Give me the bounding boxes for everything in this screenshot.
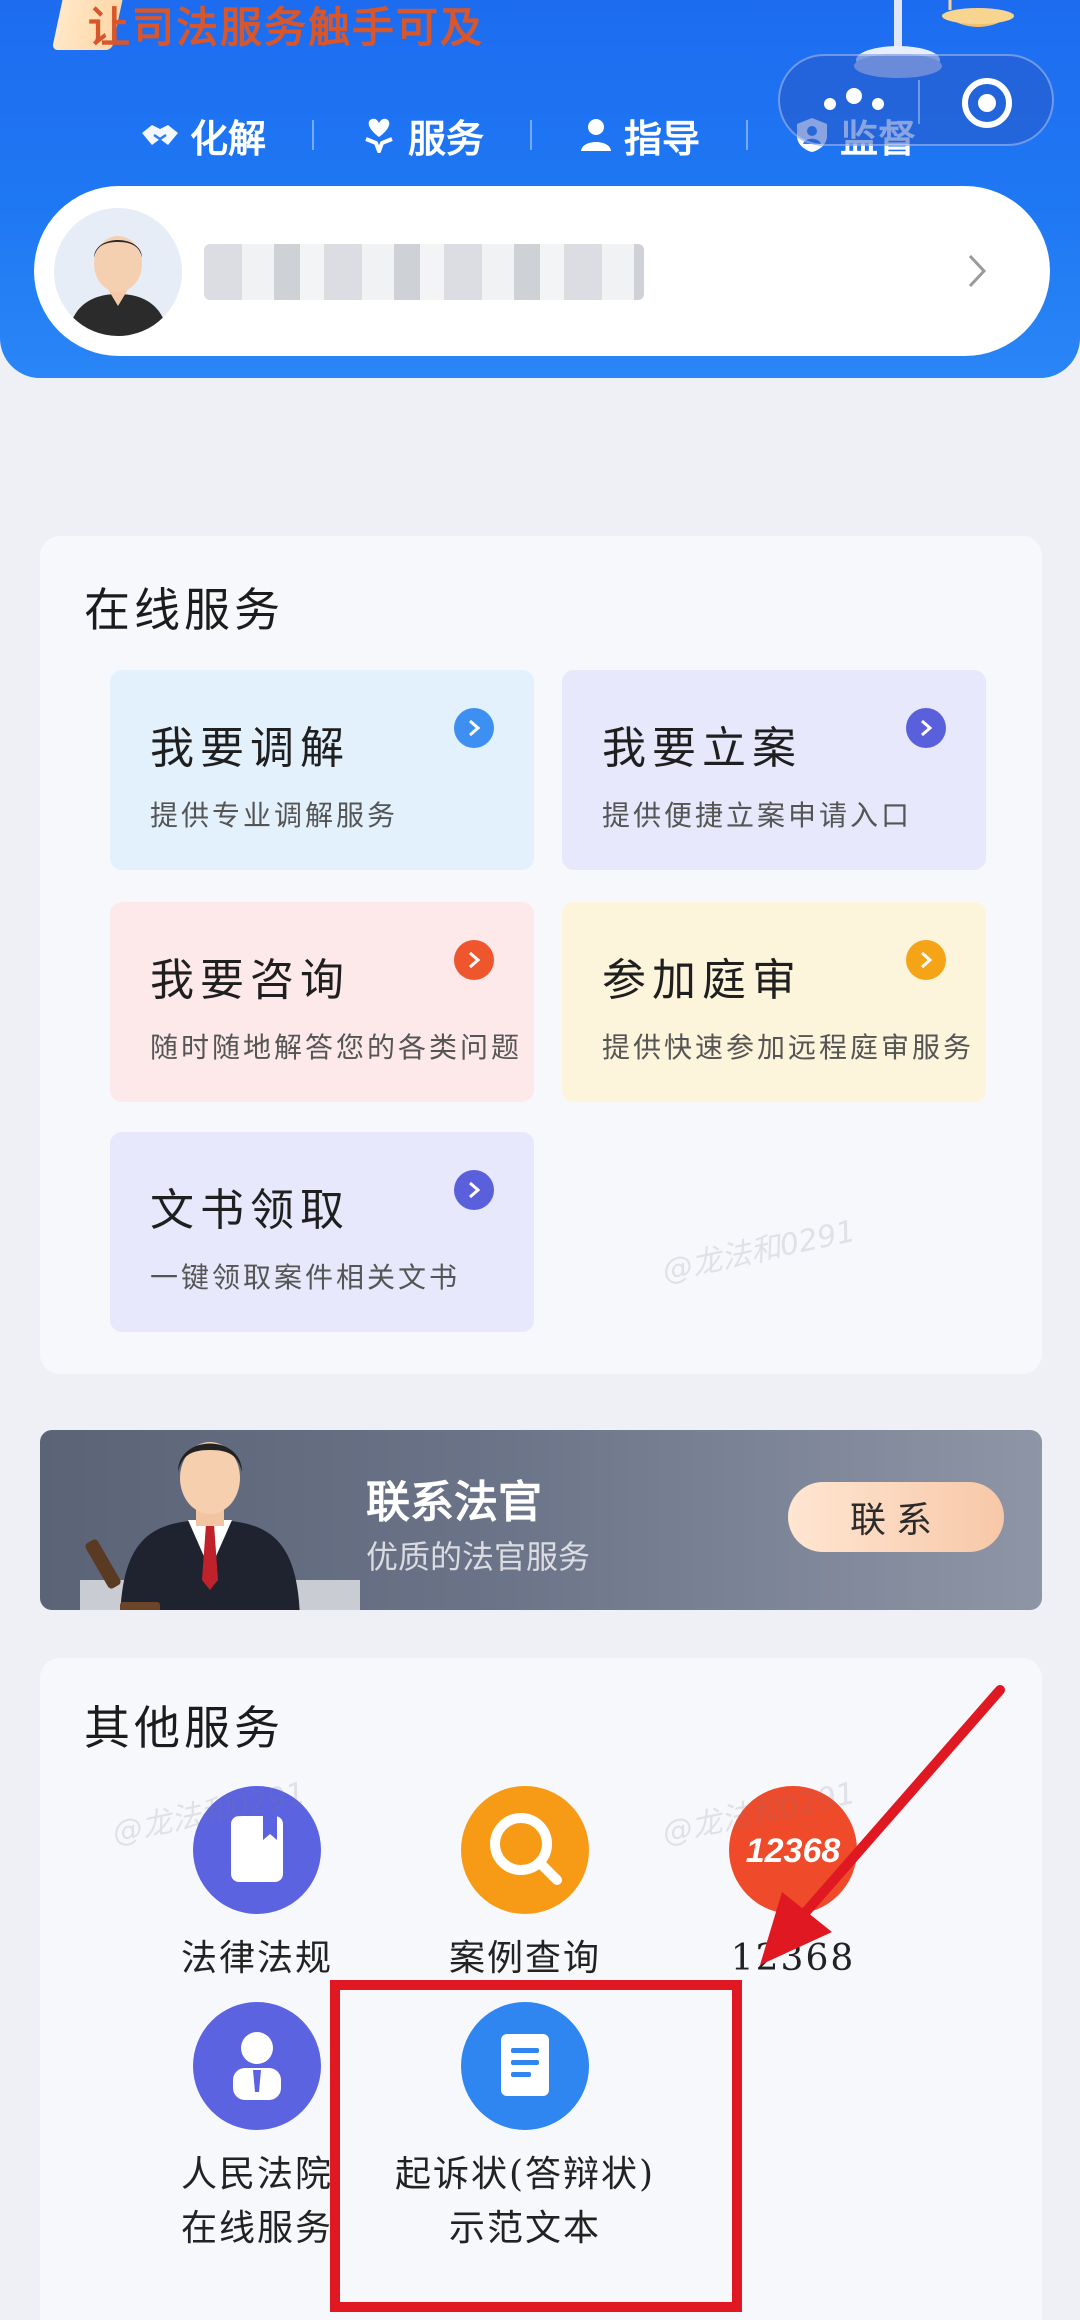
chevron-right-circle-icon [454, 1170, 494, 1210]
chevron-right-icon [968, 254, 987, 288]
contact-button[interactable]: 联系 [788, 1482, 1004, 1552]
more-dots-icon[interactable] [818, 82, 908, 122]
tile-subtitle: 提供便捷立案申请入口 [602, 799, 913, 832]
mini-program-capsule [778, 54, 1054, 146]
highlight-box [330, 1980, 742, 2312]
tile-join-trial[interactable]: 参加庭审 提供快速参加远程庭审服务 [562, 902, 986, 1102]
user-profile-card[interactable] [34, 186, 1050, 356]
tile-documents[interactable]: 文书领取 一键领取案件相关文书 [110, 1132, 534, 1332]
nav-divider [746, 120, 749, 150]
tile-title: 我要咨询 [150, 955, 350, 1006]
tile-title: 文书领取 [150, 1185, 350, 1236]
nav-label: 服务 [408, 116, 485, 161]
nav-item-guide[interactable]: 指导 [578, 108, 700, 163]
court-person-icon [193, 2002, 321, 2130]
tile-title: 我要立案 [602, 723, 802, 774]
chevron-right-circle-icon [906, 708, 946, 748]
target-icon[interactable] [960, 76, 1014, 130]
contact-judge-banner: 联系法官 优质的法官服务 联系 [40, 1430, 1042, 1610]
other-services-title: 其他服务 [84, 1701, 284, 1755]
tile-file-case[interactable]: 我要立案 提供便捷立案申请入口 [562, 670, 986, 870]
chevron-right-circle-icon [906, 940, 946, 980]
tile-subtitle: 提供快速参加远程庭审服务 [602, 1031, 975, 1064]
person-guide-icon [581, 119, 612, 151]
tile-title: 我要调解 [150, 723, 350, 774]
tile-mediation[interactable]: 我要调解 提供专业调解服务 [110, 670, 534, 870]
nav-item-service[interactable]: 服务 [360, 108, 484, 163]
service-case-search[interactable]: 案例查询 [390, 1786, 660, 1986]
red-arrow-annotation-icon [760, 1685, 1005, 1965]
judge-illustration-icon [80, 1442, 360, 1610]
chevron-right-circle-icon [454, 940, 494, 980]
tile-subtitle: 一键领取案件相关文书 [150, 1261, 461, 1294]
nav-divider [530, 120, 533, 150]
watermark: @龙法和0291 [659, 1213, 859, 1289]
magnifier-icon [461, 1786, 589, 1914]
tile-subtitle: 随时随地解答您的各类问题 [150, 1031, 523, 1064]
header-banner: 让司法服务触手可及 化解 服务 指导 [0, 0, 1080, 378]
nav-item-resolve[interactable]: 化解 [140, 108, 266, 163]
blurred-user-name [204, 244, 644, 300]
capsule-divider [918, 80, 920, 124]
chevron-right-circle-icon [454, 708, 494, 748]
tile-consult[interactable]: 我要咨询 随时随地解答您的各类问题 [110, 902, 534, 1102]
online-services-card: 在线服务 我要调解 提供专业调解服务 我要立案 提供便捷立案申请入口 我要咨询 … [40, 536, 1042, 1374]
handshake-icon [142, 125, 178, 145]
heart-hand-icon [365, 118, 393, 153]
slogan-text: 让司法服务触手可及 [88, 3, 485, 52]
nav-label: 化解 [190, 116, 267, 161]
nav-divider [312, 120, 315, 150]
service-label: 法律法规 [180, 1938, 333, 1979]
nav-label: 指导 [624, 116, 701, 161]
banner-title: 联系法官 [366, 1477, 542, 1528]
user-avatar-icon [54, 208, 182, 336]
banner-subtitle: 优质的法官服务 [366, 1538, 591, 1576]
tile-subtitle: 提供专业调解服务 [150, 799, 399, 832]
online-services-title: 在线服务 [84, 583, 284, 637]
service-label: 案例查询 [448, 1938, 601, 1979]
tile-title: 参加庭审 [602, 955, 802, 1006]
